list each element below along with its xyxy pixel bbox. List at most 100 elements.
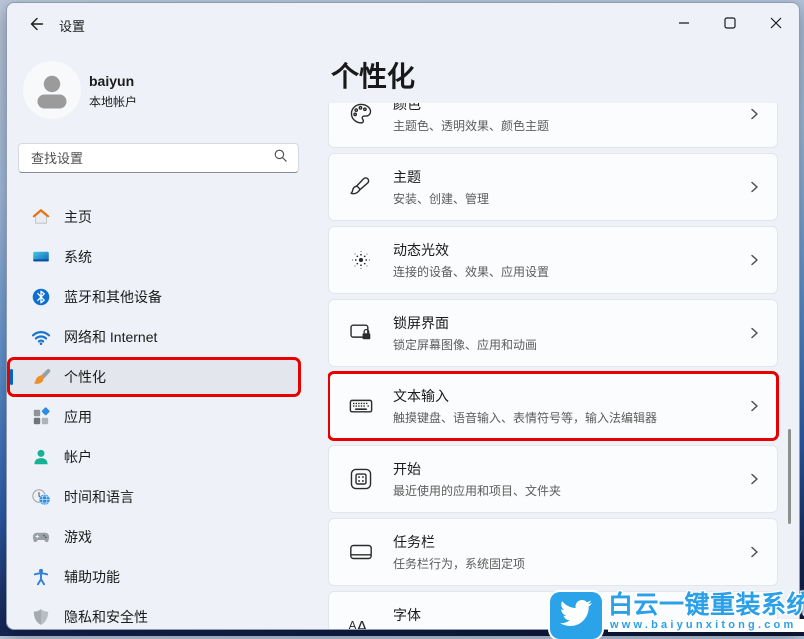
sidebar-item-gaming[interactable]: 游戏 [9,519,299,555]
apps-icon [31,407,51,427]
card-title: 颜色 [393,103,729,114]
search-input[interactable] [29,150,273,167]
settings-card-taskbar[interactable]: 任务栏 任务栏行为，系统固定项 [328,518,778,586]
back-arrow-icon [27,15,45,36]
profile-account-type: 本地帐户 [89,93,137,110]
search-box[interactable] [18,143,299,173]
sidebar-item-label: 主页 [64,207,92,227]
search-icon [273,148,288,168]
card-subtitle: 主题色、透明效果、颜色主题 [393,117,729,134]
card-subtitle: 触摸键盘、语音输入、表情符号等，输入法编辑器 [393,409,729,426]
chevron-right-icon [747,545,761,559]
app-title: 设置 [59,16,85,35]
sidebar-item-label: 辅助功能 [64,567,120,587]
time-language-icon [31,487,51,507]
dynamic-lighting-icon [347,247,375,273]
sidebar-item-label: 蓝牙和其他设备 [64,287,162,307]
palette-icon [347,103,375,127]
sidebar-item-home[interactable]: 主页 [9,199,299,235]
settings-card-themes[interactable]: 主题 安装、创建、管理 [328,153,778,221]
titlebar: 设置 [7,3,799,47]
close-button[interactable] [753,3,799,45]
chevron-right-icon [747,107,761,121]
sidebar-item-system[interactable]: 系统 [9,239,299,275]
system-icon [31,247,51,267]
gaming-icon [31,527,51,547]
card-subtitle: 任务栏行为，系统固定项 [393,555,729,572]
settings-card-start[interactable]: 开始 最近使用的应用和项目、文件夹 [328,445,778,513]
watermark-url: www.baiyunxitong.com [608,619,804,632]
chevron-right-icon [747,253,761,267]
start-icon [347,466,375,492]
sidebar-item-privacy-security[interactable]: 隐私和安全性 [9,599,299,630]
sidebar-item-personalization[interactable]: 个性化 [9,359,299,395]
chevron-right-icon [747,326,761,340]
sidebar-item-accessibility[interactable]: 辅助功能 [9,559,299,595]
keyboard-icon [347,393,375,419]
card-title: 锁屏界面 [393,313,729,333]
sidebar-item-label: 时间和语言 [64,487,134,507]
network-icon [31,327,51,347]
vertical-scrollbar[interactable] [788,429,791,524]
sidebar-item-label: 隐私和安全性 [64,607,148,627]
fonts-icon: AA [347,612,375,629]
taskbar-icon [347,539,375,565]
sidebar-item-label: 帐户 [64,447,92,467]
chevron-right-icon [747,472,761,486]
watermark-badge [550,592,602,639]
card-title: 开始 [393,459,729,479]
card-subtitle: 连接的设备、效果、应用设置 [393,263,729,280]
sidebar-item-time-language[interactable]: 时间和语言 [9,479,299,515]
settings-card-text-input[interactable]: 文本输入 触摸键盘、语音输入、表情符号等，输入法编辑器 [328,372,778,440]
home-icon [31,207,51,227]
chevron-right-icon [747,399,761,413]
settings-card-list: 颜色 主题色、透明效果、颜色主题 主题 安装、创建、管理 动态光效 连接的设备、… [328,103,786,629]
person-icon [23,106,81,123]
settings-card-dynamic-lighting[interactable]: 动态光效 连接的设备、效果、应用设置 [328,226,778,294]
card-title: 文本输入 [393,386,729,406]
bluetooth-icon [31,287,51,307]
page-title: 个性化 [331,55,415,95]
avatar [23,61,81,119]
settings-card-colors[interactable]: 颜色 主题色、透明效果、颜色主题 [328,103,778,148]
sidebar-item-network-internet[interactable]: 网络和 Internet [9,319,299,355]
card-title: 动态光效 [393,240,729,260]
sidebar-item-accounts[interactable]: 帐户 [9,439,299,475]
sidebar-item-label: 网络和 Internet [64,327,157,347]
sidebar-item-label: 个性化 [64,367,106,387]
settings-window: 设置 baiyun 本地帐户 主页 系统 蓝牙和其他设备 网络和 Interne… [6,2,800,630]
privacy-icon [31,607,51,627]
card-subtitle: 锁定屏幕图像、应用和动画 [393,336,729,353]
sidebar-item-label: 游戏 [64,527,92,547]
card-subtitle: 安装、创建、管理 [393,190,729,207]
profile-name: baiyun [89,73,134,89]
watermark: 白云一键重装系统 www.baiyunxitong.com [550,592,804,639]
sidebar-item-label: 应用 [64,407,92,427]
maximize-icon [707,2,753,47]
lock-screen-icon [347,320,375,346]
back-button[interactable] [21,11,51,39]
close-icon [753,2,799,47]
selected-indicator-pill [10,369,13,385]
accounts-icon [31,447,51,467]
card-title: 任务栏 [393,532,729,552]
personalization-icon [31,367,51,387]
card-subtitle: 最近使用的应用和项目、文件夹 [393,482,729,499]
chevron-right-icon [747,180,761,194]
window-controls [661,3,799,45]
sidebar-item-label: 系统 [64,247,92,267]
svg-text:A: A [356,617,368,629]
minimize-icon [661,2,707,47]
settings-card-lock-screen[interactable]: 锁屏界面 锁定屏幕图像、应用和动画 [328,299,778,367]
sidebar-item-bluetooth-devices[interactable]: 蓝牙和其他设备 [9,279,299,315]
minimize-button[interactable] [661,3,707,45]
maximize-button[interactable] [707,3,753,45]
sidebar-item-apps[interactable]: 应用 [9,399,299,435]
theme-brush-icon [347,174,375,200]
bird-icon [558,597,594,634]
card-title: 主题 [393,167,729,187]
watermark-text-block: 白云一键重装系统 www.baiyunxitong.com [608,592,804,632]
accessibility-icon [31,567,51,587]
watermark-brand: 白云一键重装系统 [608,592,804,618]
sidebar-nav: 主页 系统 蓝牙和其他设备 网络和 Internet 个性化 应用 帐户 时间和… [9,199,299,630]
